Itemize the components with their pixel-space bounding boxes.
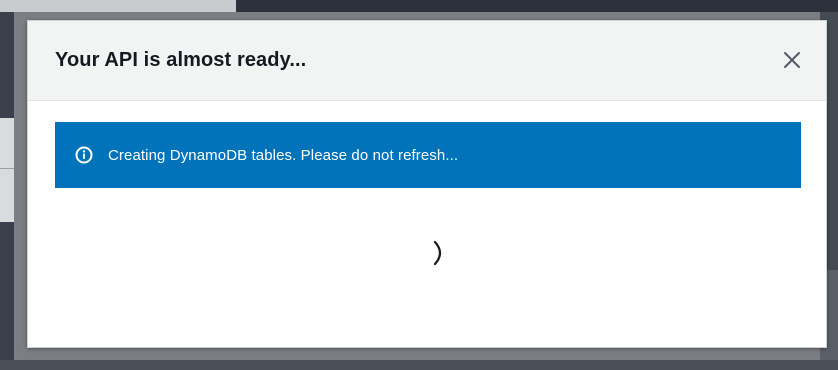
spinner-icon (428, 239, 448, 267)
flash-message: Creating DynamoDB tables. Please do not … (108, 146, 459, 164)
background-divider (0, 168, 14, 169)
background-footer (0, 360, 838, 370)
close-button[interactable] (780, 48, 804, 72)
status-flash-banner: Creating DynamoDB tables. Please do not … (55, 122, 801, 188)
close-icon (782, 50, 802, 70)
background-app-header (0, 0, 236, 12)
api-ready-modal: Your API is almost ready... Creating Dyn… (27, 20, 827, 348)
info-icon (75, 146, 93, 164)
background-app-navbar (236, 0, 838, 12)
background-left-content (0, 118, 14, 222)
modal-header: Your API is almost ready... (28, 21, 826, 101)
modal-title: Your API is almost ready... (55, 49, 307, 71)
